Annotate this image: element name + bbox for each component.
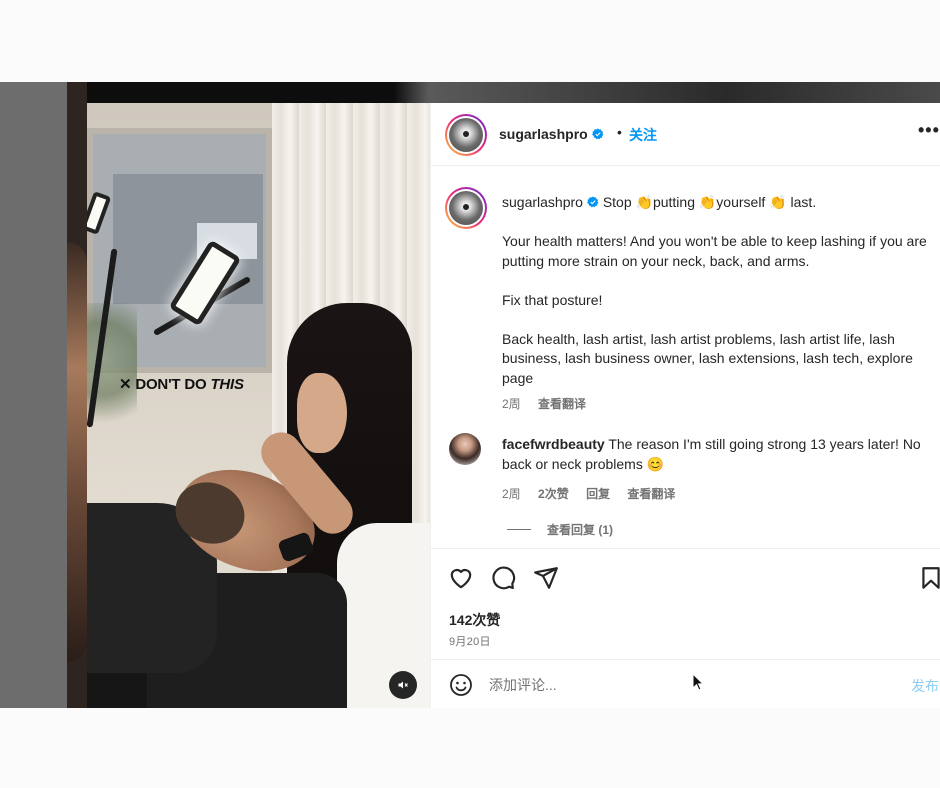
view-replies-line [507, 529, 531, 530]
post-header: sugarlashpro • 关注 ••• [431, 103, 940, 166]
author-username-text[interactable]: sugarlashpro [499, 126, 588, 142]
share-icon[interactable] [533, 565, 559, 591]
add-comment-bar: 发布 [431, 659, 940, 709]
author-username[interactable]: sugarlashpro [499, 126, 604, 142]
overlay-top-band [87, 82, 940, 103]
bookmark-icon[interactable] [918, 565, 940, 591]
caption-line-1: Stop 👏putting 👏yourself 👏 last. [598, 194, 817, 210]
page-backdrop-top [0, 0, 940, 82]
more-options-icon[interactable]: ••• [918, 121, 940, 139]
video-overlay-caption: ✕ DON'T DO THIS [119, 375, 244, 393]
page-backdrop-bottom [0, 708, 940, 788]
verified-badge-icon [587, 196, 599, 208]
header-separator: • [617, 124, 622, 140]
post-actions: 142次赞 9月20日 发布 [431, 548, 940, 708]
caption-timestamp[interactable]: 2周 [502, 397, 521, 411]
post-video[interactable]: ✕ DON'T DO THIS [87, 103, 430, 708]
comment-timestamp[interactable]: 2周 [502, 487, 521, 501]
caption-paragraph-3: Back health, lash artist, lash artist pr… [502, 330, 913, 386]
post-comment-button[interactable]: 发布 [911, 676, 939, 696]
comment-meta: 2周 2次赞 回复 查看翻译 [502, 485, 689, 502]
previous-post-preview [0, 82, 67, 708]
video-scene-lash-artist-face [297, 373, 347, 453]
video-caption-emphasis: THIS [210, 376, 244, 393]
mute-button[interactable] [389, 671, 417, 699]
follow-button[interactable]: 关注 [629, 125, 657, 145]
comment-text: facefwrdbeauty The reason I'm still goin… [502, 435, 922, 474]
verified-badge-icon [591, 128, 604, 140]
commenter-username[interactable]: facefwrdbeauty [502, 436, 605, 452]
mute-icon [398, 681, 408, 689]
commenter-avatar[interactable] [449, 433, 481, 465]
heart-icon[interactable] [448, 565, 474, 591]
video-caption-prefix: ✕ DON'T DO [119, 376, 211, 393]
cursor-icon [692, 673, 704, 691]
like-count[interactable]: 142次赞 [449, 610, 500, 630]
caption-see-translation[interactable]: 查看翻译 [538, 397, 586, 411]
author-avatar[interactable] [445, 114, 487, 156]
post-details-panel: sugarlashpro • 关注 ••• sugarlashpro Stop … [430, 103, 940, 708]
view-replies-label[interactable]: 查看回复 (1) [547, 521, 613, 538]
adjacent-post-edge [67, 82, 87, 708]
view-replies-button[interactable]: 查看回复 (1) [507, 521, 613, 538]
caption-paragraph-1: Your health matters! And you won't be ab… [502, 233, 927, 269]
caption-text: sugarlashpro Stop 👏putting 👏yourself 👏 l… [502, 193, 940, 388]
comment-icon[interactable] [490, 565, 516, 591]
caption-author-username[interactable]: sugarlashpro [502, 194, 583, 210]
caption-author-avatar[interactable] [445, 187, 487, 229]
caption-meta: 2周 查看翻译 [502, 395, 600, 412]
comment-see-translation[interactable]: 查看翻译 [627, 487, 675, 501]
comment-input[interactable] [489, 675, 869, 695]
comment-reply-button[interactable]: 回复 [586, 487, 610, 501]
comment-like-count[interactable]: 2次赞 [538, 487, 569, 501]
emoji-icon[interactable] [449, 673, 473, 697]
caption-paragraph-2: Fix that posture! [502, 291, 603, 308]
post-date[interactable]: 9月20日 [449, 633, 491, 649]
